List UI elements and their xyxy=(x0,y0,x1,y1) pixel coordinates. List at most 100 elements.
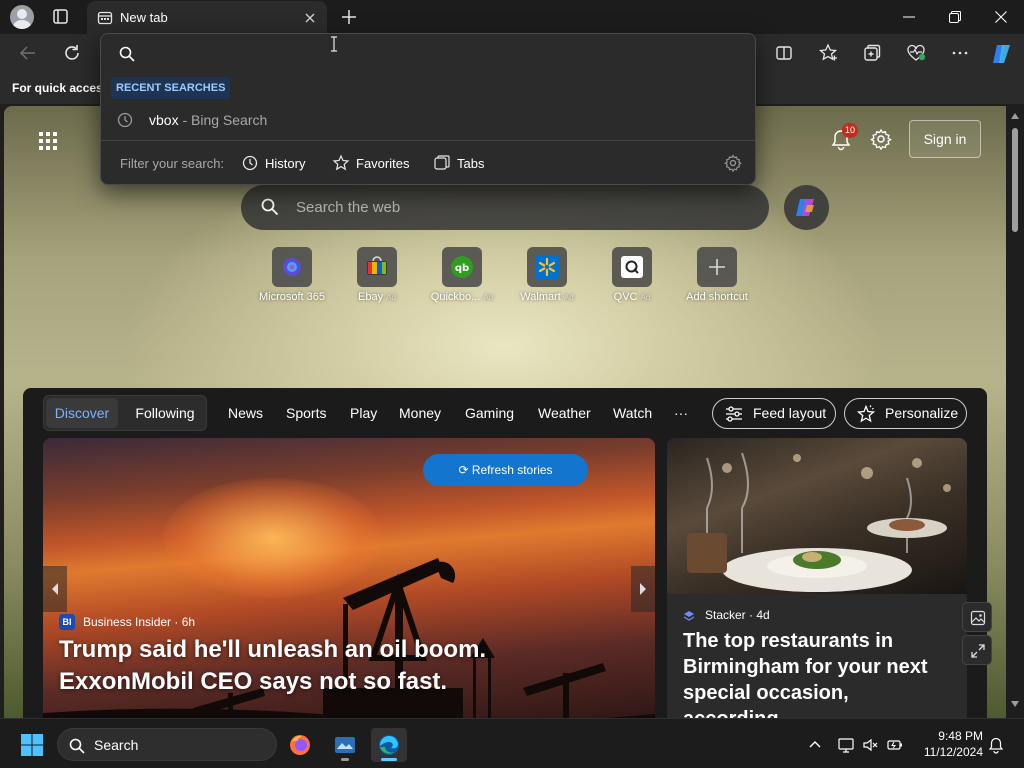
show-hidden-icons-chevron-icon[interactable] xyxy=(806,736,824,754)
feed-segment-control: Discover Following xyxy=(43,395,207,431)
feed-layout-button[interactable]: Feed layout xyxy=(712,398,836,429)
tabs-icon xyxy=(434,155,450,170)
ad-label: Ad xyxy=(483,293,494,302)
new-tab-button[interactable] xyxy=(338,6,360,28)
sign-in-button[interactable]: Sign in xyxy=(909,120,981,158)
carousel-next-button[interactable] xyxy=(631,566,655,612)
scroll-down-arrow-icon[interactable] xyxy=(1010,700,1020,708)
refresh-stories-button[interactable]: ⟳ Refresh stories xyxy=(423,454,588,486)
favorites-star-icon[interactable] xyxy=(817,42,839,64)
web-search-box[interactable]: Search the web xyxy=(241,185,769,230)
tile-label: QVC xyxy=(613,291,638,303)
copilot-button[interactable] xyxy=(784,185,829,230)
hero-story-card[interactable]: ⟳ Refresh stories BI Business Insider · … xyxy=(43,438,655,718)
chevron-right-icon xyxy=(640,583,646,595)
close-window-button[interactable] xyxy=(978,0,1024,34)
filter-favorites-button[interactable]: Favorites xyxy=(332,152,410,174)
nav-play[interactable]: Play xyxy=(350,405,377,421)
hero-source: Business Insider · 6h xyxy=(83,615,196,629)
tile-quickbooks[interactable]: qb Quickbo... Ad xyxy=(422,247,502,309)
recent-search-item[interactable]: vbox - Bing Search xyxy=(101,106,755,134)
story-headline[interactable]: The top restaurants in Birmingham for yo… xyxy=(683,628,958,718)
ad-label: Ad xyxy=(563,293,574,302)
tile-walmart[interactable]: Walmart Ad xyxy=(507,247,587,309)
tab-discover[interactable]: Discover xyxy=(46,398,118,428)
running-indicator xyxy=(341,758,349,761)
ebay-icon xyxy=(357,247,397,287)
new-tab-icon xyxy=(97,10,113,26)
taskbar: Search 9:48 PM 11/12/2024 xyxy=(0,718,1024,768)
nav-weather[interactable]: Weather xyxy=(538,405,591,421)
history-clock-icon xyxy=(117,112,133,128)
search-settings-gear-icon[interactable] xyxy=(724,154,742,172)
restore-button[interactable] xyxy=(932,0,978,34)
expand-feed-button[interactable] xyxy=(962,635,992,665)
copilot-icon[interactable] xyxy=(990,42,1012,64)
scroll-up-arrow-icon[interactable] xyxy=(1010,112,1020,120)
favorites-bar-hint: For quick access xyxy=(12,81,110,95)
nav-watch[interactable]: Watch xyxy=(613,405,652,421)
battery-icon[interactable] xyxy=(886,736,904,754)
tile-qvc[interactable]: QVC Ad xyxy=(592,247,672,309)
background-image-button[interactable] xyxy=(962,602,992,632)
firefox-icon xyxy=(290,735,310,755)
star-icon xyxy=(332,154,350,171)
personalize-star-icon xyxy=(856,405,876,423)
close-tab-icon[interactable] xyxy=(301,9,319,27)
collections-icon[interactable] xyxy=(861,42,883,64)
filter-history-label: History xyxy=(265,156,306,171)
tab-title: New tab xyxy=(120,10,168,25)
carousel-prev-button[interactable] xyxy=(43,566,67,612)
ad-label: Ad xyxy=(640,293,651,302)
minimize-button[interactable] xyxy=(886,0,932,34)
tile-microsoft-365[interactable]: Microsoft 365 xyxy=(252,247,332,309)
taskbar-firefox[interactable] xyxy=(282,728,318,762)
nav-gaming[interactable]: Gaming xyxy=(465,405,514,421)
plus-icon xyxy=(697,247,737,287)
page-settings-gear-icon[interactable] xyxy=(870,128,892,150)
filter-history-button[interactable]: History xyxy=(241,152,305,174)
nav-sports[interactable]: Sports xyxy=(286,405,326,421)
taskbar-search-box[interactable]: Search xyxy=(57,728,277,761)
nav-more[interactable]: ··· xyxy=(674,405,688,421)
address-bar-suggestions: RECENT SEARCHES vbox - Bing Search Filte… xyxy=(100,33,756,185)
story-source: Stacker · 4d xyxy=(705,608,770,622)
tab-actions-icon[interactable] xyxy=(46,7,74,27)
tile-add-shortcut[interactable]: Add shortcut xyxy=(677,247,757,309)
hero-headline[interactable]: Trump said he'll unleash an oil boom. Ex… xyxy=(59,634,619,698)
browser-essentials-icon[interactable] xyxy=(905,42,927,64)
nav-news[interactable]: News xyxy=(228,405,263,421)
stacker-logo-icon xyxy=(683,610,695,622)
clock-time: 9:48 PM xyxy=(938,729,983,743)
story-card[interactable]: Stacker · 4d The top restaurants in Birm… xyxy=(667,438,967,718)
volume-muted-icon[interactable] xyxy=(862,736,880,754)
taskbar-virtualbox[interactable] xyxy=(327,728,363,762)
filter-tabs-button[interactable]: Tabs xyxy=(433,152,487,174)
app-launcher-icon[interactable] xyxy=(38,131,58,151)
taskbar-search-label: Search xyxy=(94,737,139,753)
refresh-icon[interactable] xyxy=(61,42,83,64)
personalize-button[interactable]: Personalize xyxy=(844,398,967,429)
recent-searches-heading: RECENT SEARCHES xyxy=(111,77,231,99)
network-icon[interactable] xyxy=(837,736,855,754)
back-arrow-icon[interactable] xyxy=(17,42,39,64)
tab-following[interactable]: Following xyxy=(126,398,204,428)
page-scrollbar[interactable] xyxy=(1006,106,1024,718)
notification-center-bell-icon[interactable] xyxy=(987,736,1005,754)
tab-new-tab[interactable]: New tab xyxy=(87,1,327,34)
notification-count-badge: 10 xyxy=(842,123,859,138)
profile-avatar[interactable] xyxy=(10,5,34,29)
split-screen-icon[interactable] xyxy=(773,42,795,64)
more-options-icon[interactable] xyxy=(949,42,971,64)
taskbar-edge[interactable] xyxy=(371,728,407,762)
filter-favorites-label: Favorites xyxy=(356,156,410,171)
tile-ebay[interactable]: Ebay Ad xyxy=(337,247,417,309)
tile-label: Microsoft 365 xyxy=(258,291,326,303)
scrollbar-thumb[interactable] xyxy=(1012,128,1018,232)
qvc-icon xyxy=(612,247,652,287)
nav-money[interactable]: Money xyxy=(399,405,441,421)
taskbar-clock[interactable]: 9:48 PM 11/12/2024 xyxy=(913,728,983,760)
windows-start-icon[interactable] xyxy=(20,733,44,757)
search-icon xyxy=(69,738,85,754)
text-cursor-icon xyxy=(329,36,339,52)
